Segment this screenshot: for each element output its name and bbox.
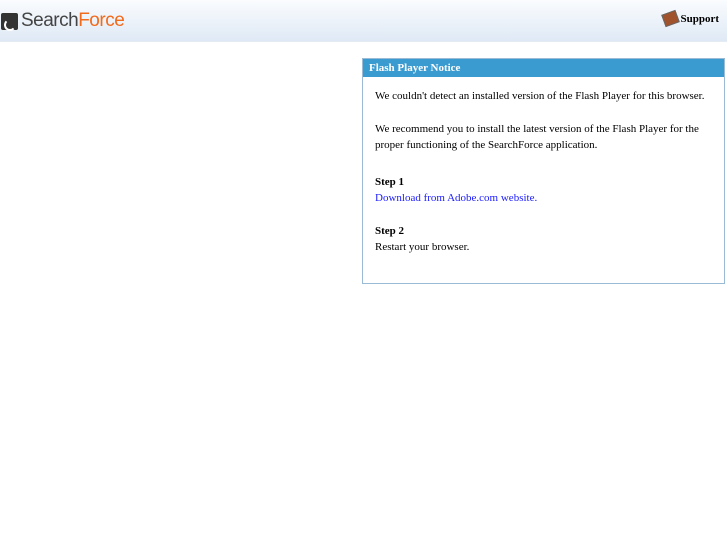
panel-title: Flash Player Notice	[363, 59, 724, 77]
support-label: Support	[680, 13, 719, 25]
download-link[interactable]: Download from Adobe.com website.	[375, 192, 537, 204]
support-link[interactable]: Support	[661, 9, 719, 28]
logo-icon	[1, 12, 18, 31]
notice-line1: We couldn't detect an installed version …	[375, 90, 705, 102]
logo-text-search: Search	[21, 10, 79, 31]
flash-notice-panel: Flash Player Notice We couldn't detect a…	[362, 58, 725, 284]
step1-label: Step 1	[375, 176, 405, 188]
logo[interactable]: Search Force	[1, 10, 125, 32]
header: Search Force Support	[0, 0, 727, 42]
clipboard-icon	[661, 9, 681, 28]
step2-label: Step 2	[375, 225, 405, 237]
notice-line3: SearchForce application.	[488, 139, 598, 151]
step2-text: Restart your browser.	[375, 241, 470, 253]
logo-text-force: Force	[78, 10, 125, 31]
